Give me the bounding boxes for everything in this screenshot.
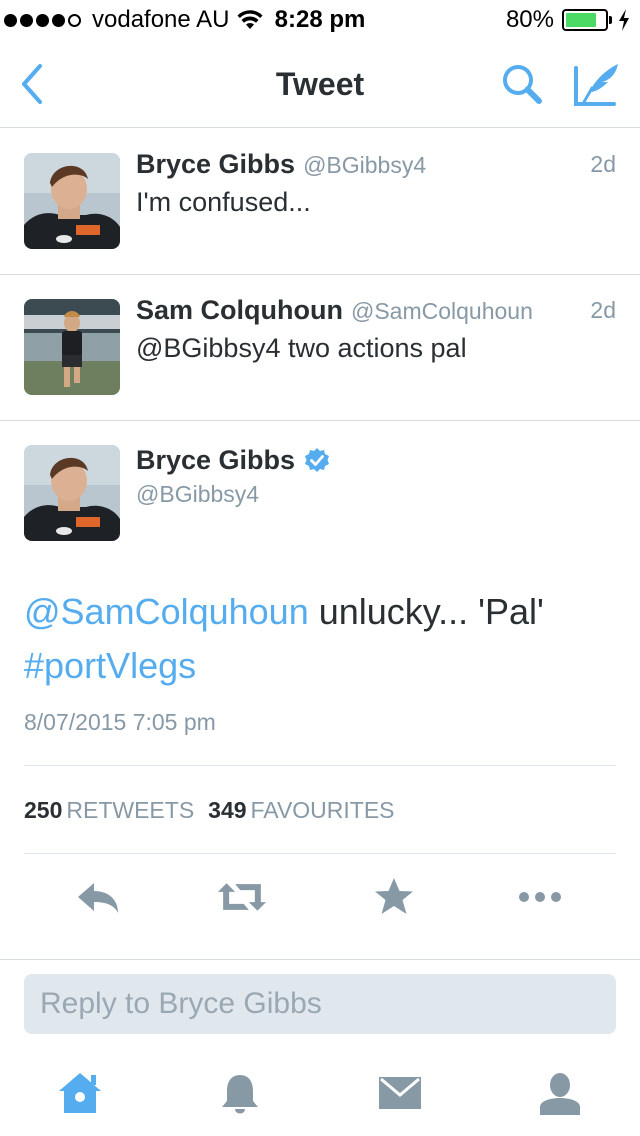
battery-tip (609, 16, 612, 24)
charging-bolt-icon (619, 9, 629, 31)
tweet-actions (0, 869, 640, 929)
notifications-icon[interactable] (216, 1069, 264, 1117)
author-handle: @SamColquhoun (350, 298, 533, 324)
tweet-item[interactable]: Bryce Gibbs @BGibbsy4 2d I'm confused... (0, 129, 640, 275)
retweets-count[interactable]: 250 (24, 797, 62, 823)
author-name[interactable]: Sam Colquhoun (136, 295, 343, 325)
reply-input[interactable] (24, 974, 616, 1034)
divider (24, 853, 616, 854)
tweet-date: 8/07/2015 7:05 pm (24, 709, 216, 735)
avatar[interactable] (24, 445, 120, 541)
main-tweet: Bryce Gibbs @BGibbsy4 @SamColquhoun unlu… (0, 421, 640, 961)
main-name-row: Bryce Gibbs (136, 445, 331, 476)
mention-link[interactable]: @SamColquhoun (24, 591, 309, 632)
tweet-header: Sam Colquhoun @SamColquhoun 2d (136, 295, 616, 329)
tweet-time: 2d (590, 151, 616, 177)
divider (24, 765, 616, 766)
author-handle: @BGibbsy4 (303, 152, 427, 178)
tweet-text: @BGibbsy4 two actions pal (136, 333, 467, 363)
battery-icon (562, 9, 608, 31)
avatar[interactable] (24, 299, 120, 395)
messages-icon[interactable] (376, 1069, 424, 1117)
tweet-stats: 250 RETWEETS 349 FAVOURITES (24, 797, 395, 824)
compose-icon[interactable] (572, 58, 624, 108)
retweets-label[interactable]: RETWEETS (66, 797, 194, 823)
status-bar: vodafone AU 8:28 pm 80% (0, 0, 640, 40)
author-name[interactable]: Bryce Gibbs (136, 445, 295, 476)
search-icon[interactable] (498, 60, 546, 108)
reply-bar (0, 959, 640, 1049)
hashtag-link[interactable]: #portVlegs (24, 645, 196, 686)
battery-group: 80% (506, 6, 630, 34)
tweet-item[interactable]: Sam Colquhoun @SamColquhoun 2d @BGibbsy4 … (0, 275, 640, 421)
author-handle: @BGibbsy4 (136, 481, 260, 507)
star-icon[interactable] (370, 877, 418, 917)
retweet-icon[interactable] (218, 877, 266, 917)
tweet-time: 2d (590, 297, 616, 323)
home-icon[interactable] (56, 1069, 104, 1117)
reply-icon[interactable] (74, 877, 122, 917)
author-name[interactable]: Bryce Gibbs (136, 149, 295, 179)
battery-percent: 80% (505, 6, 554, 33)
nav-bar: Tweet (0, 40, 640, 128)
avatar[interactable] (24, 153, 120, 249)
verified-badge-icon (305, 447, 330, 472)
favourites-count[interactable]: 349 (208, 797, 246, 823)
tweet-header: Bryce Gibbs @BGibbsy4 2d (136, 149, 616, 183)
me-icon[interactable] (536, 1069, 584, 1117)
more-icon[interactable] (516, 877, 564, 917)
tab-bar (0, 1049, 640, 1136)
main-tweet-text: @SamColquhoun unlucky... 'Pal' #portVleg… (24, 585, 616, 693)
tweet-text: I'm confused... (136, 187, 311, 217)
favourites-label[interactable]: FAVOURITES (251, 797, 395, 823)
tweet-text: unlucky... 'Pal' (308, 591, 544, 632)
